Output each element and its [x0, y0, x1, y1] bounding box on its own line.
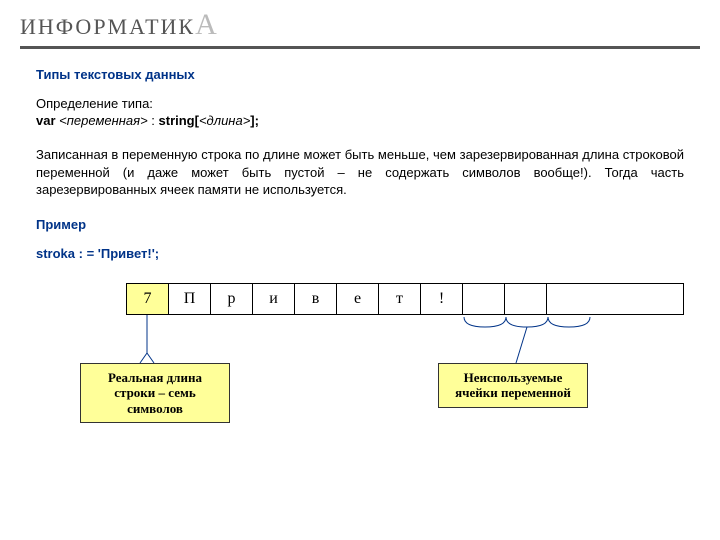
cell-char: т — [379, 284, 421, 314]
cell-empty — [463, 284, 505, 314]
cell-empty — [505, 284, 547, 314]
header-title: ИНФОРМАТИКА — [20, 14, 219, 39]
page-header: ИНФОРМАТИКА — [0, 0, 720, 42]
string-diagram: 7 П р и в е т ! Реальная длина строки – … — [126, 283, 684, 423]
cell-length: 7 — [127, 284, 169, 314]
keyword-var: var — [36, 113, 56, 128]
cell-char: ! — [421, 284, 463, 314]
content-area: Типы текстовых данных Определение типа: … — [0, 49, 720, 423]
cell-empty — [547, 284, 589, 314]
placeholder-length: <длина> — [199, 113, 250, 128]
def-end: ]; — [250, 113, 259, 128]
title-main: ИНФОРМАТИК — [20, 14, 195, 39]
definition-label: Определение типа: — [36, 96, 684, 111]
example-label: Пример — [36, 217, 684, 232]
cell-row: 7 П р и в е т ! — [126, 283, 684, 315]
keyword-string: string[ — [159, 113, 199, 128]
placeholder-variable: <переменная> — [59, 113, 148, 128]
callout-real-length: Реальная длина строки – семь символов — [80, 363, 230, 424]
example-code: stroka : = 'Привет!'; — [36, 246, 684, 261]
definition-syntax: var <переменная> : string[<длина>]; — [36, 113, 684, 128]
section-title: Типы текстовых данных — [36, 67, 684, 82]
cell-char: в — [295, 284, 337, 314]
callout-unused-cells: Неиспользуемые ячейки переменной — [438, 363, 588, 408]
title-last-letter: А — [195, 8, 219, 41]
cell-char: и — [253, 284, 295, 314]
explanation-paragraph: Записанная в переменную строка по длине … — [36, 146, 684, 199]
cell-char: р — [211, 284, 253, 314]
cell-char: П — [169, 284, 211, 314]
def-sep: : — [148, 113, 159, 128]
cell-char: е — [337, 284, 379, 314]
